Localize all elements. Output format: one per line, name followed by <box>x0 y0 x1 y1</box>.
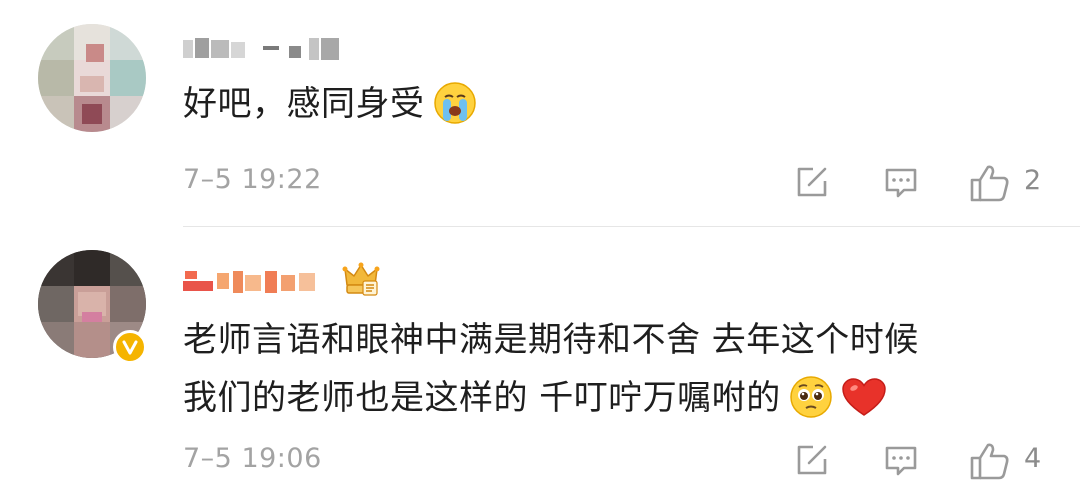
like-count: 2 <box>1024 165 1042 196</box>
comment-reply-icon[interactable] <box>882 163 920 205</box>
red-heart-emoji <box>841 377 887 437</box>
comment-text: 老师言语和眼神中满是期待和不舍 去年这个时候 我们的老师也是这样的 千叮咛万嘱咐… <box>183 311 919 437</box>
comment-timestamp: 7–5 19:22 <box>183 164 322 195</box>
comment-text-line-wrap: 我们的老师也是这样的 千叮咛万嘱咐的 <box>183 369 919 437</box>
redacted-name-blocks <box>183 38 339 60</box>
pixelated-avatar-image <box>38 24 146 132</box>
username-redacted[interactable] <box>183 265 333 301</box>
user-avatar[interactable] <box>38 24 146 132</box>
comment-timestamp: 7–5 19:06 <box>183 443 322 474</box>
comment-text-line: 老师言语和眼神中满是期待和不舍 去年这个时候 <box>183 320 919 360</box>
crying-face-emoji <box>433 81 477 143</box>
comment-text-line: 我们的老师也是这样的 千叮咛万嘱咐的 <box>183 378 781 418</box>
redacted-name-blocks <box>183 271 315 293</box>
comment-reply-icon[interactable] <box>882 441 920 483</box>
share-icon[interactable] <box>793 163 831 205</box>
thumbs-up-icon[interactable] <box>968 163 1012 207</box>
comment-item: 老师言语和眼神中满是期待和不舍 去年这个时候 我们的老师也是这样的 千叮咛万嘱咐… <box>0 227 1080 501</box>
thumbs-up-icon[interactable] <box>968 441 1012 485</box>
like-count: 4 <box>1024 443 1042 474</box>
comment-text: 好吧，感同身受 <box>183 75 477 143</box>
pleading-face-emoji <box>789 375 833 437</box>
share-icon[interactable] <box>793 441 831 483</box>
comment-text-line: 好吧，感同身受 <box>183 84 425 124</box>
vip-crown-icon <box>341 259 381 303</box>
verified-badge-icon <box>113 330 147 364</box>
username-redacted[interactable] <box>183 32 363 66</box>
comment-item: 好吧，感同身受 7–5 19:22 2 <box>0 0 1080 226</box>
